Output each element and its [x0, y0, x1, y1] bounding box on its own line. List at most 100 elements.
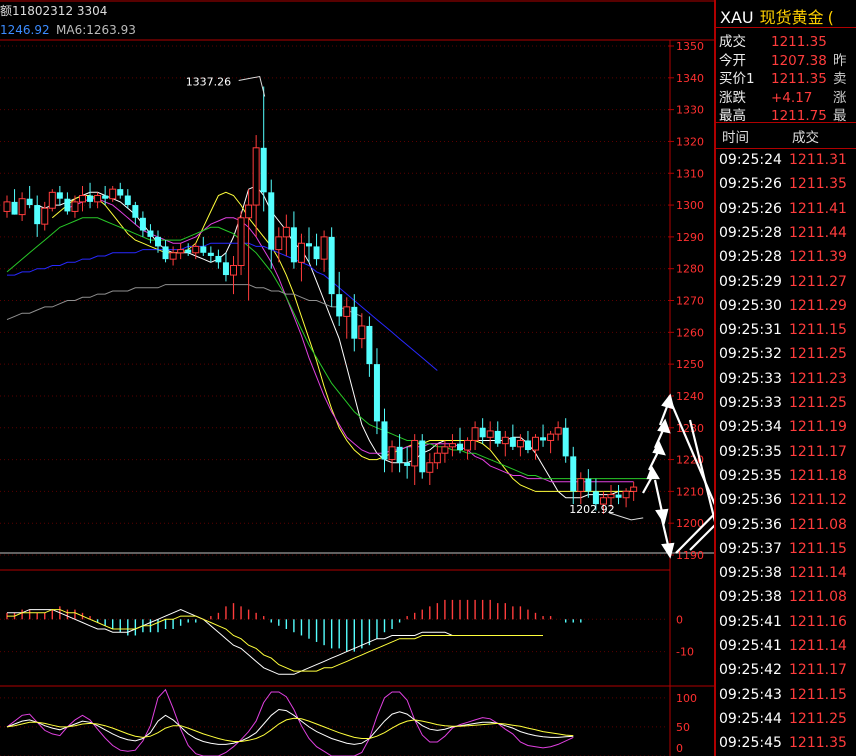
ticks-time-header: 时间	[722, 130, 749, 146]
candle-body	[34, 205, 41, 225]
candle-body	[297, 242, 305, 263]
tick-time: 09:25:26	[719, 200, 782, 217]
quote-label: 最高	[719, 108, 746, 124]
candle-body	[215, 255, 222, 263]
tick-row[interactable]: 09:25:37 1211.15	[719, 541, 847, 565]
ma5-header: 1246.92	[0, 23, 50, 37]
tick-price: 1211.35	[789, 735, 847, 752]
candle-body	[381, 421, 388, 460]
tick-row[interactable]: 09:25:29 1211.27	[719, 274, 847, 298]
kline-chart[interactable]: 1350 1340 1330 1320 1310 1300 1290 1280 1270 1260…	[0, 0, 714, 756]
candle-body	[448, 443, 456, 448]
tick-time: 09:25:29	[719, 273, 782, 290]
tick-price: 1211.17	[789, 662, 847, 679]
tick-price: 1211.25	[789, 710, 847, 727]
tick-price: 1211.23	[789, 370, 847, 387]
tick-row[interactable]: 09:25:24 1211.31	[719, 152, 847, 176]
tick-row[interactable]: 09:25:28 1211.44	[719, 225, 847, 249]
tick-row[interactable]: 09:25:33 1211.23	[719, 371, 847, 395]
candle-body	[358, 325, 366, 340]
candle-body	[162, 246, 169, 260]
tick-row[interactable]: 09:25:32 1211.25	[719, 346, 847, 370]
candle-body	[177, 249, 185, 254]
tick-row[interactable]: 09:25:41 1211.16	[719, 614, 847, 638]
tick-row[interactable]: 09:25:44 1211.25	[719, 711, 847, 735]
candle-body	[117, 189, 124, 196]
candle-body	[79, 195, 86, 203]
tick-time: 09:25:24	[719, 152, 782, 168]
candle-body	[464, 439, 472, 451]
price-tick-label: 1210	[676, 485, 704, 498]
candle-body	[139, 217, 146, 231]
tick-row[interactable]: 09:25:35 1211.18	[719, 468, 847, 492]
price-tick-label: 1330	[676, 104, 704, 117]
tick-time: 09:25:41	[719, 638, 782, 654]
candle-body	[200, 246, 207, 253]
tick-price: 1211.25	[789, 395, 847, 411]
tick-row[interactable]: 09:25:30 1211.29	[719, 298, 847, 322]
tick-row[interactable]: 09:25:42 1211.17	[719, 662, 847, 686]
tick-price: 1211.41	[789, 200, 847, 217]
tick-row[interactable]: 09:25:45 1211.35	[719, 735, 847, 756]
candle-body	[185, 249, 192, 253]
tick-time: 09:25:35	[719, 443, 782, 460]
tick-row[interactable]: 09:25:43 1211.15	[719, 687, 847, 711]
candle-body	[11, 201, 18, 215]
tick-row[interactable]: 09:25:36 1211.12	[719, 492, 847, 516]
candle-body	[87, 195, 94, 202]
candle-body	[252, 147, 260, 206]
candle-body	[479, 427, 486, 438]
tick-time: 09:25:26	[719, 176, 782, 193]
tick-price: 1211.15	[789, 322, 847, 339]
quote-title: XAU 现货黄金(	[720, 4, 834, 28]
candle-body	[237, 217, 245, 267]
candle-body	[169, 252, 177, 260]
tick-time: 09:25:38	[719, 589, 782, 606]
tick-time: 09:25:28	[719, 224, 782, 241]
tick-row[interactable]: 09:25:33 1211.25	[719, 395, 847, 419]
price-tick-label: 1320	[676, 135, 704, 148]
price-tick-label: 1290	[676, 231, 704, 244]
candle-body	[102, 195, 109, 199]
candle-body	[343, 306, 351, 317]
symbol-label: XAU	[720, 8, 754, 27]
candle-body	[396, 446, 403, 463]
tick-time: 09:25:36	[719, 492, 782, 509]
price-tick-label: 1350	[676, 40, 704, 53]
tick-price: 1211.18	[789, 467, 847, 484]
tick-time: 09:25:37	[719, 540, 782, 557]
tick-time: 09:25:34	[719, 419, 782, 436]
tick-row[interactable]: 09:25:28 1211.39	[719, 249, 847, 273]
tick-row[interactable]: 09:25:38 1211.08	[719, 589, 847, 613]
candle-body	[532, 436, 539, 451]
kdj-tick-label: 0	[676, 742, 683, 755]
tick-time: 09:25:33	[719, 395, 782, 411]
tick-row[interactable]: 09:25:35 1211.17	[719, 444, 847, 468]
tick-row[interactable]: 09:25:26 1211.41	[719, 201, 847, 225]
quote-row: 涨跌 +4.17 涨	[719, 86, 847, 106]
quote-label: 成交	[719, 34, 746, 50]
tick-row[interactable]: 09:25:31 1211.15	[719, 322, 847, 346]
tick-row[interactable]: 09:25:38 1211.14	[719, 565, 847, 589]
instrument-name: 现货黄金	[759, 8, 824, 27]
tick-row[interactable]: 09:25:41 1211.14	[719, 638, 847, 662]
price-tick-label: 1300	[676, 199, 704, 212]
tick-row[interactable]: 09:25:34 1211.19	[719, 419, 847, 443]
candle-body	[155, 236, 161, 247]
tick-time: 09:25:41	[719, 613, 782, 630]
tick-price: 1211.44	[789, 224, 847, 241]
tick-price: 1211.15	[789, 540, 847, 557]
instrument-name-suffix: (	[827, 8, 834, 27]
candle-body	[540, 437, 547, 441]
candle-body	[275, 236, 283, 251]
candle-body	[554, 427, 562, 435]
tick-row[interactable]: 09:25:26 1211.35	[719, 176, 847, 200]
tick-row[interactable]: 09:25:36 1211.08	[719, 517, 847, 541]
tick-price: 1211.19	[789, 419, 847, 436]
candle-body	[26, 198, 33, 206]
price-tick-label: 1270	[676, 295, 704, 308]
tick-price: 1211.25	[789, 346, 847, 363]
candle-body	[71, 201, 79, 212]
quote-label: 买价1	[719, 71, 755, 87]
tick-price: 1211.31	[789, 152, 847, 168]
